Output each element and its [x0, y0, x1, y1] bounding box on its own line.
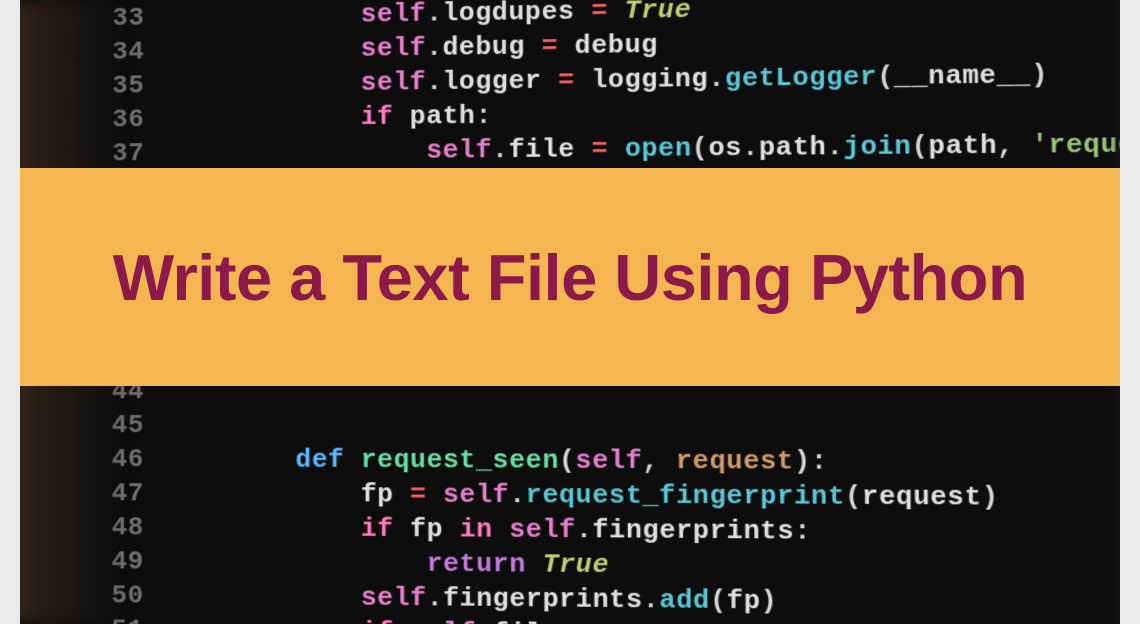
code-line: 46 def request_seen(self, request):: [110, 442, 1140, 481]
right-margin-strip: [1120, 0, 1140, 624]
banner-title-text: Write a Text File Using Python: [113, 240, 1027, 315]
left-margin-strip: [0, 0, 20, 624]
title-banner: Write a Text File Using Python: [20, 168, 1120, 386]
code-line: 45: [110, 408, 1140, 445]
